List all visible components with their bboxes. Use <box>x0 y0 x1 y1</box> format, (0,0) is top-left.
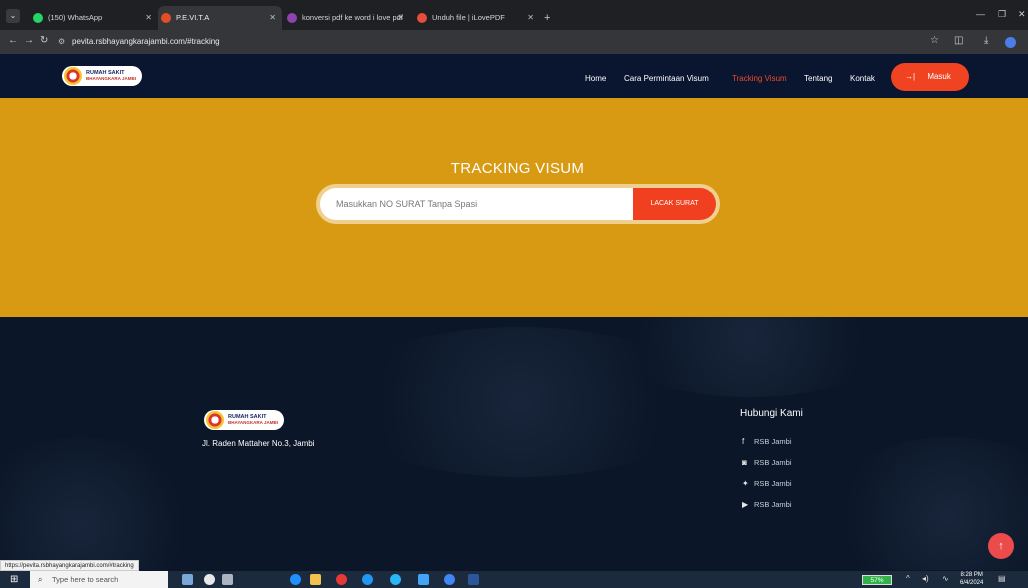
hospital-emblem-icon <box>206 411 224 429</box>
windows-start-icon[interactable]: ⊞ <box>10 574 18 585</box>
nav-tracking-visum[interactable]: Tracking Visum <box>732 74 787 83</box>
contact-twitter[interactable]: ✦ RSB Jambi <box>742 479 792 488</box>
login-button[interactable]: →| Masuk <box>891 63 969 91</box>
close-tab-icon[interactable]: ✕ <box>269 6 276 30</box>
facebook-icon: f <box>742 437 745 446</box>
word-icon[interactable] <box>468 574 479 585</box>
app-icon[interactable] <box>390 574 401 585</box>
cortana-icon[interactable] <box>204 574 215 585</box>
contact-youtube[interactable]: ▶ RSB Jambi <box>742 500 792 509</box>
lacak-surat-button[interactable]: LACAK SURAT <box>633 188 716 220</box>
instagram-icon: ◙ <box>742 458 747 467</box>
chrome-icon[interactable] <box>444 574 455 585</box>
tab-konversi[interactable]: konversi pdf ke word i love pdf ✕ <box>284 8 410 28</box>
battery-indicator[interactable]: 57% <box>862 575 892 585</box>
app-icon[interactable] <box>362 574 373 585</box>
nav-kontak[interactable]: Kontak <box>850 74 875 83</box>
profile-avatar[interactable] <box>1005 37 1016 48</box>
nav-tentang[interactable]: Tentang <box>804 74 832 83</box>
tab-whatsapp[interactable]: (150) WhatsApp ✕ <box>30 8 158 28</box>
twitter-icon: ✦ <box>742 479 749 488</box>
tab-search-icon[interactable]: ⌄ <box>6 9 20 23</box>
hospital-emblem-icon <box>64 67 82 85</box>
maximize-icon[interactable]: ❐ <box>998 9 1006 20</box>
footer-address: Jl. Raden Mattaher No.3, Jambi <box>202 439 315 448</box>
tracking-search-form: LACAK SURAT <box>316 184 720 224</box>
speaker-icon[interactable]: ◂) <box>922 574 929 583</box>
site-logo[interactable]: RUMAH SAKIT BHAYANGKARA JAMBI <box>62 66 143 86</box>
site-footer: RUMAH SAKIT BHAYANGKARA JAMBI Jl. Raden … <box>0 317 1028 570</box>
tab-pevita[interactable]: P.E.VI.T.A ✕ <box>158 6 282 30</box>
scroll-to-top-button[interactable]: ↑ <box>988 533 1014 559</box>
close-window-icon[interactable]: ✕ <box>1018 9 1026 20</box>
close-tab-icon[interactable]: ✕ <box>145 8 152 28</box>
extensions-icon[interactable]: ◫ <box>954 35 963 46</box>
new-tab-button[interactable]: + <box>544 12 550 24</box>
search-icon: ⌕ <box>38 575 43 584</box>
heart-icon <box>417 13 427 23</box>
site-settings-icon[interactable]: ⚙ <box>58 34 65 50</box>
arrow-up-icon: ↑ <box>998 540 1004 552</box>
pevita-favicon-icon <box>161 13 171 23</box>
contact-facebook[interactable]: f RSB Jambi <box>742 437 792 446</box>
close-tab-icon[interactable]: ✕ <box>397 8 404 28</box>
status-bar-url: https://pevita.rsbhayangkarajambi.com/#t… <box>0 560 139 571</box>
footer-logo[interactable]: RUMAH SAKIT BHAYANGKARA JAMBI <box>204 410 285 430</box>
opera-icon[interactable] <box>336 574 347 585</box>
browser-tab-strip: ⌄ (150) WhatsApp ✕ P.E.VI.T.A ✕ konversi… <box>0 0 1028 30</box>
ilovepdf-icon <box>287 13 297 23</box>
youtube-icon: ▶ <box>742 500 749 509</box>
minimize-icon[interactable]: — <box>976 9 985 19</box>
back-icon[interactable]: ← <box>8 35 18 46</box>
taskbar-search[interactable]: ⌕ Type here to search <box>30 571 168 588</box>
whatsapp-icon <box>33 13 43 23</box>
taskbar-app-icon[interactable] <box>182 574 193 585</box>
download-icon[interactable]: ⤓ <box>984 35 988 46</box>
task-view-icon[interactable] <box>222 574 233 585</box>
page-title: TRACKING VISUM <box>450 160 585 177</box>
login-arrow-icon: →| <box>905 72 916 81</box>
nav-home[interactable]: Home <box>585 74 606 83</box>
no-surat-input[interactable] <box>320 188 636 220</box>
file-explorer-icon[interactable] <box>310 574 321 585</box>
network-icon[interactable]: ∿ <box>942 574 949 583</box>
bookmark-star-icon[interactable]: ☆ <box>930 35 939 46</box>
notification-icon[interactable]: ▤ <box>998 574 1006 583</box>
contact-instagram[interactable]: ◙ RSB Jambi <box>742 458 792 467</box>
tab-unduh[interactable]: Unduh file | iLovePDF ✕ <box>414 8 540 28</box>
close-tab-icon[interactable]: ✕ <box>527 8 534 28</box>
taskbar-clock[interactable]: 8:28 PM 6/4/2024 <box>960 572 983 587</box>
address-bar-row: ← → ↻ ⚙ pevita.rsbhayangkarajambi.com/#t… <box>0 30 1028 54</box>
contact-heading: Hubungi Kami <box>740 408 803 419</box>
mail-icon[interactable] <box>418 574 429 585</box>
windows-taskbar: ⊞ ⌕ Type here to search 57% ^ ◂) ∿ 8:28 … <box>0 571 1028 588</box>
tray-chevron-icon[interactable]: ^ <box>906 574 910 583</box>
reload-icon[interactable]: ↻ <box>40 35 48 46</box>
forward-icon[interactable]: → <box>24 35 34 46</box>
tracking-hero: TRACKING VISUM LACAK SURAT <box>0 98 1028 317</box>
nav-cara-permintaan-visum[interactable]: Cara Permintaan Visum <box>624 74 709 83</box>
url-field[interactable]: ⚙ pevita.rsbhayangkarajambi.com/#trackin… <box>54 34 924 50</box>
edge-icon[interactable] <box>290 574 301 585</box>
